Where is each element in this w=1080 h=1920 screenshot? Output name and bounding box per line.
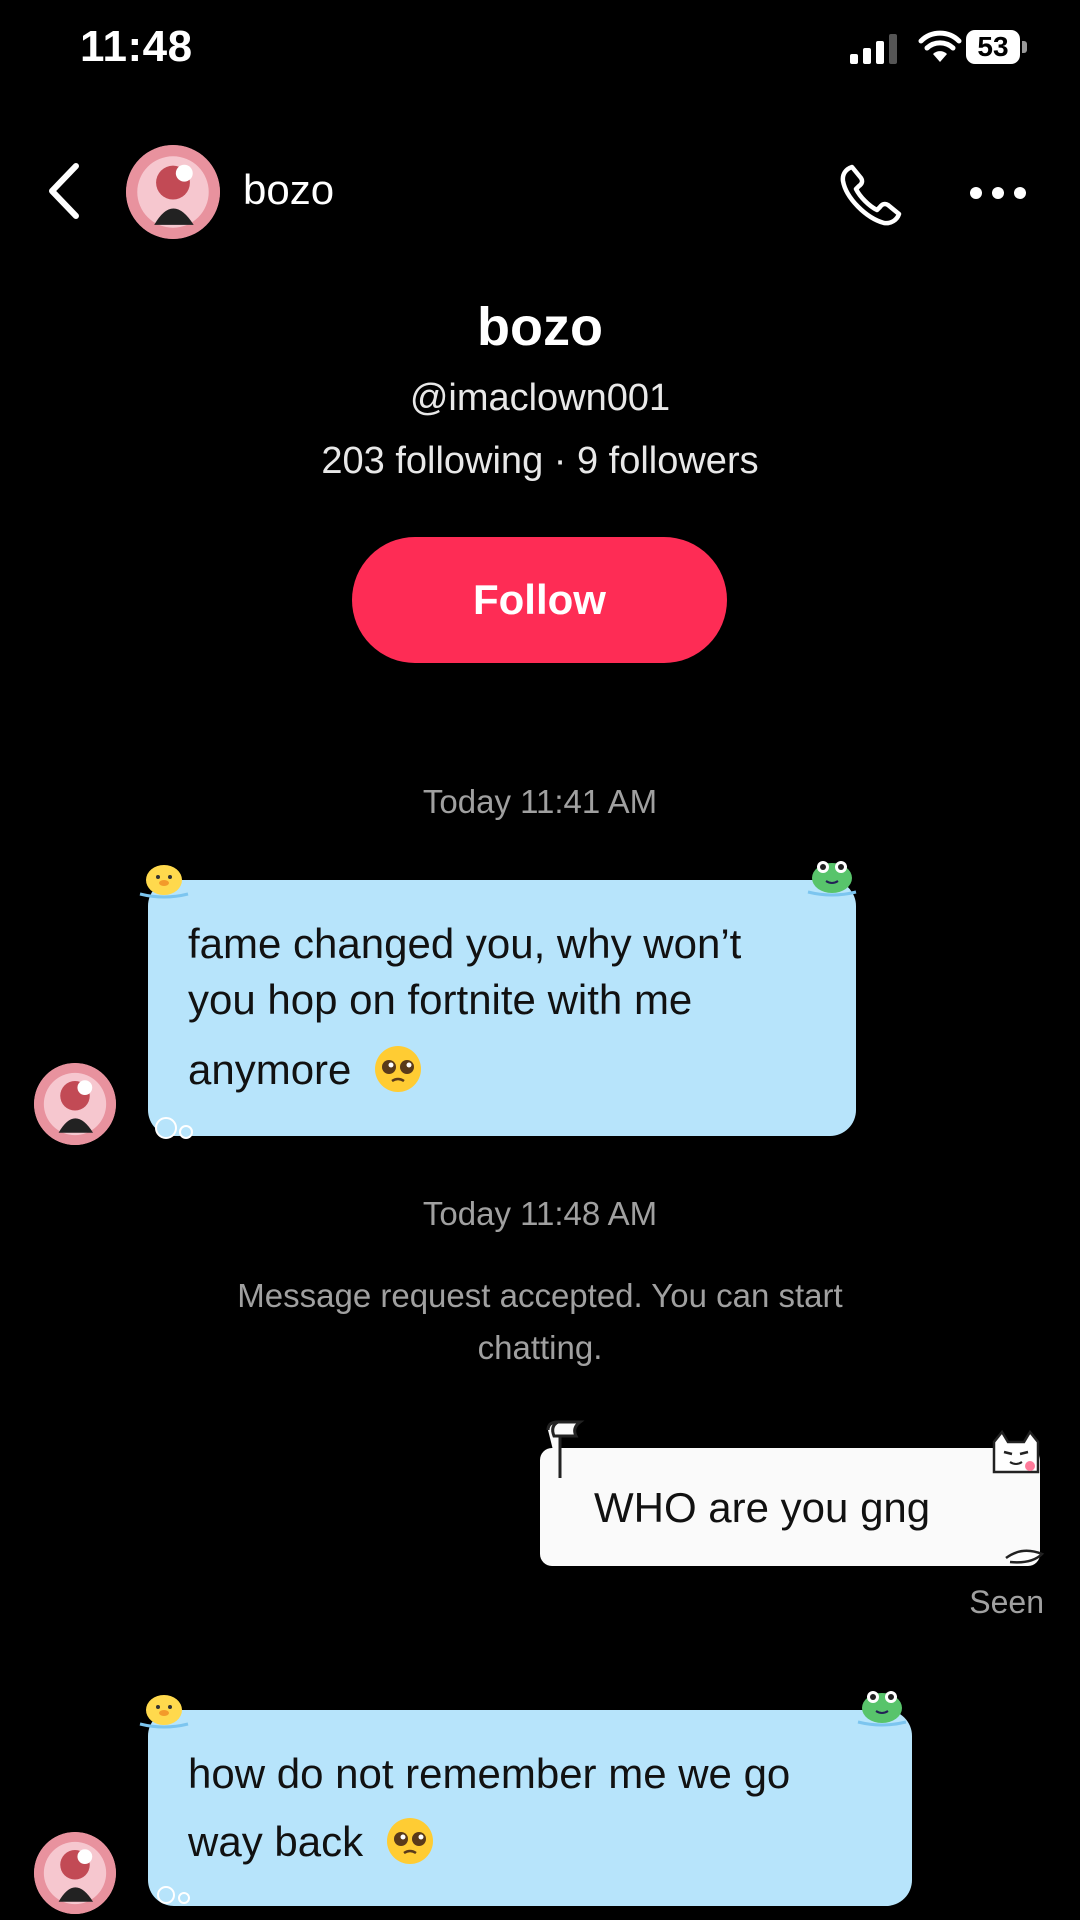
bubbles-decoration-icon — [157, 1886, 190, 1904]
message-timestamp: Today 11:41 AM — [422, 783, 658, 820]
incoming-message-bubble[interactable]: fame changed you, why won’t you hop on f… — [139, 861, 857, 1139]
chevron-left-icon[interactable] — [44, 160, 84, 222]
sender-avatar[interactable] — [34, 1063, 116, 1145]
outgoing-message-bubble[interactable]: WHO are you gng — [540, 1420, 1045, 1566]
message-line-text: anymore — [188, 1046, 352, 1093]
message-line-last: anymore — [188, 1042, 423, 1098]
avatar[interactable] — [126, 145, 220, 239]
profile-handle: @imaclown001 — [409, 377, 671, 419]
incoming-message-bubble[interactable]: how do not remember me we go way back — [139, 1691, 912, 1906]
message-status-seen: Seen — [969, 1584, 1044, 1620]
paw-decoration-icon — [1005, 1549, 1045, 1564]
bubbles-decoration-icon — [155, 1117, 193, 1139]
battery-level: 53 — [966, 30, 1020, 64]
message-line: you hop on fortnite with me — [188, 976, 693, 1023]
system-message-line: chatting. — [477, 1329, 603, 1366]
signal-icon — [850, 34, 897, 64]
cat-sticker-icon — [992, 1429, 1040, 1474]
message-line-last: way back — [188, 1814, 435, 1870]
profile-stats: 203 following · 9 followers — [321, 440, 759, 482]
frog-sticker-icon — [807, 861, 857, 897]
message-line-text: way back — [188, 1818, 364, 1865]
system-message-line: Message request accepted. You can start — [237, 1277, 843, 1314]
message-line: how do not remember me we go — [188, 1750, 791, 1797]
scroll-curl-decoration-icon — [546, 1420, 585, 1478]
pleading-face-emoji — [386, 1817, 433, 1864]
pleading-face-emoji — [375, 1045, 422, 1092]
wifi-icon — [918, 30, 962, 62]
status-time: 11:48 — [80, 22, 193, 71]
phone-icon[interactable] — [838, 162, 904, 228]
sender-avatar[interactable] — [34, 1832, 116, 1914]
battery-icon: 53 — [966, 30, 1028, 64]
message-text: WHO are you gng — [594, 1484, 931, 1531]
profile-display-name: bozo — [477, 297, 603, 357]
frog-sticker-icon — [857, 1691, 907, 1727]
message-timestamp: Today 11:48 AM — [422, 1195, 658, 1232]
more-horizontal-icon[interactable] — [968, 183, 1028, 203]
header-username[interactable]: bozo — [243, 166, 334, 214]
duck-sticker-icon — [139, 1695, 189, 1729]
message-line: fame changed you, why won’t — [188, 920, 742, 967]
follow-button[interactable]: Follow — [352, 537, 727, 663]
duck-sticker-icon — [139, 865, 189, 899]
